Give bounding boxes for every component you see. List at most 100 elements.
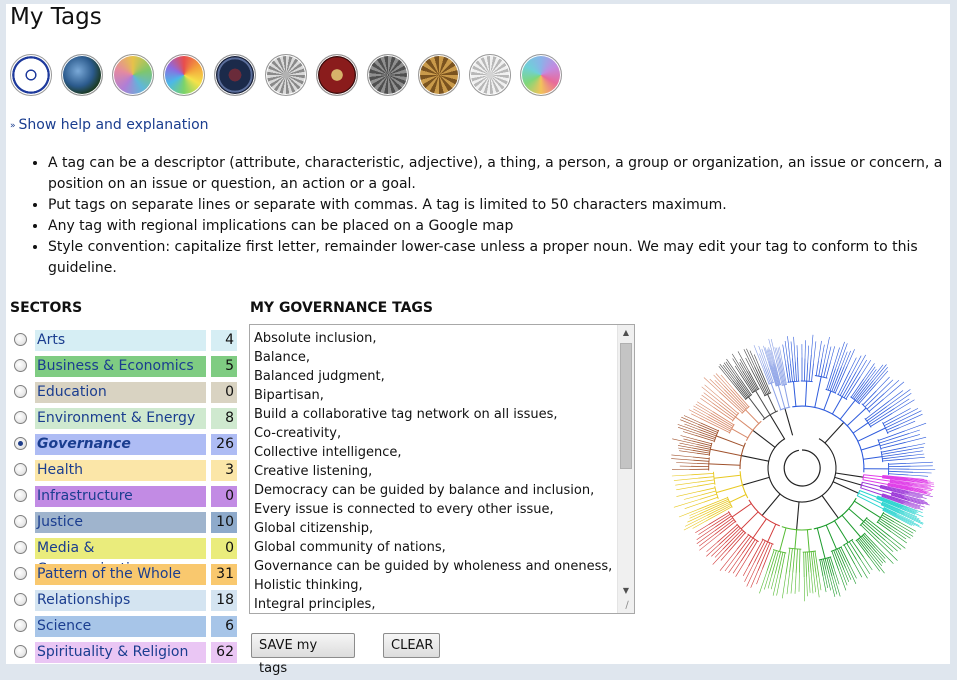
scroll-up-icon[interactable]: ▲ — [618, 325, 634, 341]
scroll-thumb[interactable] — [620, 343, 632, 469]
sector-label[interactable]: Business & Economics — [35, 356, 206, 377]
tree-branch — [865, 367, 876, 382]
sector-tree-icon[interactable] — [520, 54, 562, 96]
scroll-down-icon[interactable]: ▼ — [618, 583, 634, 599]
tree-branch — [909, 430, 920, 434]
sector-row[interactable]: Infrastructure0 — [12, 482, 237, 508]
sector-label[interactable]: Governance — [35, 434, 206, 455]
gray-geometric-icon[interactable] — [265, 54, 307, 96]
tags-textarea[interactable]: Absolute inclusion, Balance, Balanced ju… — [249, 324, 635, 614]
tree-branch — [797, 502, 799, 530]
sector-row[interactable]: Pattern of the Whole31 — [12, 560, 237, 586]
sector-row[interactable]: Environment & Energy8 — [12, 404, 237, 430]
sector-row[interactable]: Science6 — [12, 612, 237, 638]
tree-arc — [784, 450, 820, 486]
sector-radio[interactable] — [14, 437, 27, 450]
tree-branch — [671, 459, 693, 461]
tree-branch — [804, 577, 805, 601]
sector-label[interactable]: Spirituality & Religion — [35, 642, 206, 663]
tree-branch — [672, 475, 691, 476]
sector-row[interactable]: Education0 — [12, 378, 237, 404]
sector-radio[interactable] — [14, 489, 27, 502]
sector-radio[interactable] — [14, 541, 27, 554]
tree-branch — [757, 569, 763, 584]
sector-count: 0 — [211, 538, 237, 559]
bullet-item: Any tag with regional implications can b… — [48, 216, 948, 237]
tree-branch — [827, 347, 831, 363]
resize-handle-icon[interactable]: ∕ — [621, 600, 633, 612]
tree-branch — [808, 552, 809, 572]
sector-row[interactable]: Spirituality & Religion62 — [12, 638, 237, 664]
tree-branch — [861, 560, 870, 574]
tree-branch — [884, 380, 899, 393]
tree-branch — [804, 552, 805, 577]
tree-branch — [880, 519, 897, 530]
color-mandala-icon[interactable] — [112, 54, 154, 96]
dharma-wheel-icon[interactable] — [10, 54, 52, 96]
tags-text[interactable]: Absolute inclusion, Balance, Balanced ju… — [254, 329, 616, 611]
sector-label[interactable]: Justice — [35, 512, 206, 533]
tree-branch — [788, 336, 791, 364]
sector-label[interactable]: Media & Communications — [35, 538, 206, 559]
dark-rose-window-icon[interactable] — [214, 54, 256, 96]
sector-row[interactable]: Arts4 — [12, 326, 237, 352]
sector-row[interactable]: Media & Communications0 — [12, 534, 237, 560]
sector-radio[interactable] — [14, 411, 27, 424]
sector-label[interactable]: Pattern of the Whole — [35, 564, 206, 585]
tree-branch — [777, 579, 780, 596]
sector-radio[interactable] — [14, 463, 27, 476]
tree-branch — [805, 340, 806, 358]
sector-label[interactable]: Education — [35, 382, 206, 403]
tree-branch — [811, 335, 813, 355]
gray-mandala-icon[interactable] — [367, 54, 409, 96]
tree-branch — [870, 558, 880, 572]
rainbow-mandala-icon[interactable] — [163, 54, 205, 96]
sector-row[interactable]: Governance26 — [12, 430, 237, 456]
tree-branch — [684, 439, 692, 441]
sector-count: 4 — [211, 330, 237, 351]
gold-mandala-icon[interactable] — [418, 54, 460, 96]
tree-branch — [835, 521, 849, 543]
sector-count: 26 — [211, 434, 237, 455]
help-toggle-link[interactable]: »Show help and explanation — [10, 117, 209, 133]
tree-branch — [759, 354, 763, 365]
sector-radio[interactable] — [14, 385, 27, 398]
tree-branch — [826, 525, 836, 549]
sector-label[interactable]: Science — [35, 616, 206, 637]
tree-branch — [813, 572, 815, 593]
tree-branch — [698, 477, 714, 479]
sector-row[interactable]: Health3 — [12, 456, 237, 482]
tree-branch — [892, 393, 912, 407]
sector-count: 18 — [211, 590, 237, 611]
tag-tree-diagram — [654, 320, 950, 616]
tree-branch — [785, 341, 788, 361]
scrollbar[interactable]: ▲ ▼ — [617, 325, 634, 613]
sector-radio[interactable] — [14, 333, 27, 346]
sector-count: 10 — [211, 512, 237, 533]
sector-radio[interactable] — [14, 645, 27, 658]
sector-radio[interactable] — [14, 619, 27, 632]
save-tags-button[interactable]: SAVE my tags — [251, 633, 355, 658]
sector-radio[interactable] — [14, 593, 27, 606]
sector-label[interactable]: Arts — [35, 330, 206, 351]
tree-branch — [906, 444, 925, 448]
tree-branch — [859, 538, 868, 549]
sector-radio[interactable] — [14, 359, 27, 372]
sector-row[interactable]: Relationships18 — [12, 586, 237, 612]
earth-globe-icon[interactable] — [61, 54, 103, 96]
white-mandala-icon[interactable] — [469, 54, 511, 96]
tree-branch — [850, 566, 856, 579]
red-mandala-icon[interactable] — [316, 54, 358, 96]
tree-branch — [719, 404, 736, 417]
sector-row[interactable]: Business & Economics5 — [12, 352, 237, 378]
tree-branch — [868, 549, 882, 566]
sector-label[interactable]: Infrastructure — [35, 486, 206, 507]
sector-row[interactable]: Justice10 — [12, 508, 237, 534]
sector-radio[interactable] — [14, 515, 27, 528]
sector-label[interactable]: Health — [35, 460, 206, 481]
sector-label[interactable]: Environment & Energy — [35, 408, 206, 429]
sector-radio[interactable] — [14, 567, 27, 580]
tree-branch — [815, 377, 821, 408]
clear-button[interactable]: CLEAR — [383, 633, 440, 658]
sector-label[interactable]: Relationships — [35, 590, 206, 611]
